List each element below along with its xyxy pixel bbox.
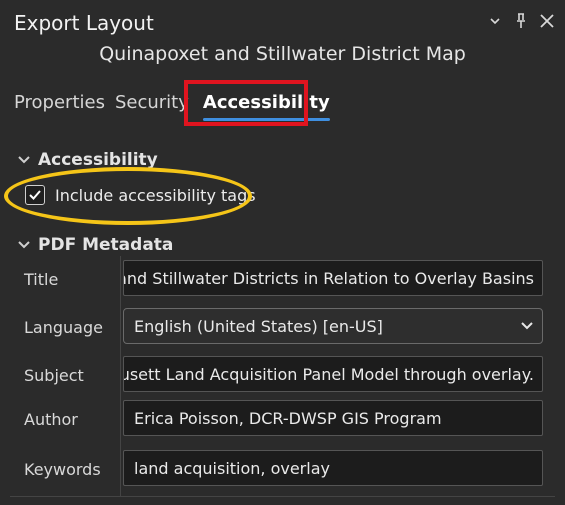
chevron-down-icon — [520, 318, 534, 334]
subject-field[interactable]: achusett Land Acquisition Panel Model th… — [123, 356, 543, 392]
chevron-down-icon — [18, 155, 32, 165]
metadata-row-language: Language English (United States) [en-US] — [10, 304, 555, 353]
tab-properties[interactable]: Properties — [14, 92, 105, 119]
layout-name: Quinapoxet and Stillwater District Map — [99, 43, 466, 65]
section-title: PDF Metadata — [38, 235, 174, 255]
field-value: oxet and Stillwater Districts in Relatio… — [123, 268, 534, 288]
section-header-pdf-metadata[interactable]: PDF Metadata — [18, 235, 173, 255]
chevron-down-icon — [18, 240, 32, 250]
chevron-down-icon[interactable] — [487, 12, 503, 30]
field-label: Keywords — [24, 460, 101, 479]
field-label: Language — [24, 318, 103, 337]
tab-security[interactable]: Security — [115, 92, 189, 119]
field-value: achusett Land Acquisition Panel Model th… — [123, 364, 534, 384]
tab-label: Security — [114, 92, 189, 113]
field-value: English (United States) [en-US] — [134, 316, 383, 336]
field-value: Erica Poisson, DCR-DWSP GIS Program — [134, 408, 442, 428]
keywords-field[interactable]: land acquisition, overlay — [123, 450, 543, 486]
highlight-box — [184, 80, 308, 126]
window-controls — [487, 12, 555, 30]
close-icon[interactable] — [539, 12, 555, 30]
language-select[interactable]: English (United States) [en-US] — [123, 308, 543, 344]
bottom-divider — [10, 496, 555, 497]
pin-icon[interactable] — [513, 12, 529, 30]
field-label: Subject — [24, 366, 84, 385]
field-value: land acquisition, overlay — [134, 458, 330, 478]
metadata-row-author: Author Erica Poisson, DCR-DWSP GIS Progr… — [10, 396, 555, 445]
field-label: Author — [24, 410, 78, 429]
metadata-row-subject: Subject achusett Land Acquisition Panel … — [10, 352, 555, 401]
author-field[interactable]: Erica Poisson, DCR-DWSP GIS Program — [123, 400, 543, 436]
export-layout-pane: Export Layout Quinapoxet and Stillwater … — [0, 0, 565, 505]
title-field[interactable]: oxet and Stillwater Districts in Relatio… — [123, 260, 543, 296]
tab-label: Properties — [14, 92, 105, 113]
highlight-ellipse — [4, 167, 252, 225]
metadata-row-title: Title oxet and Stillwater Districts in R… — [10, 256, 555, 305]
metadata-row-keywords: Keywords land acquisition, overlay — [10, 446, 555, 495]
field-label: Title — [24, 270, 59, 289]
pdf-metadata-table: Title oxet and Stillwater Districts in R… — [10, 256, 555, 496]
pane-title: Export Layout — [14, 11, 154, 35]
